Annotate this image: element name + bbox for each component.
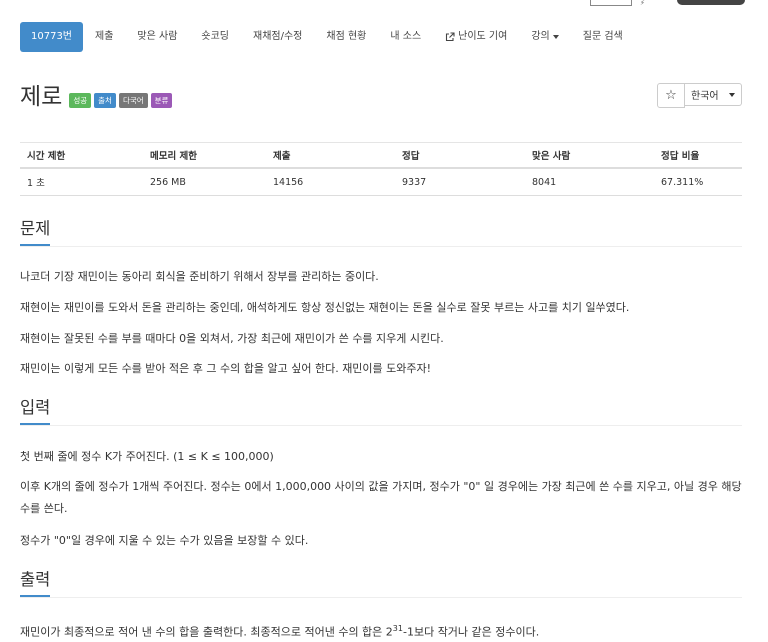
difficulty-tab[interactable]: 난이도 기여	[433, 22, 519, 52]
header-fragment	[590, 0, 632, 6]
value-submissions: 14156	[266, 168, 395, 196]
badge-category[interactable]: 분류	[150, 92, 173, 108]
language-dropdown[interactable]: 한국어	[685, 83, 742, 106]
page-title: 제로	[20, 84, 63, 110]
badge-multilang[interactable]: 다국어	[118, 92, 148, 108]
caret-down-icon	[728, 92, 735, 97]
tab-label: 맞은 사람	[137, 31, 178, 42]
section-title-input: 입력	[20, 398, 51, 425]
tab-label: 제출	[95, 31, 114, 42]
header-solvers: 맞은 사람	[525, 142, 654, 169]
caret-down-icon	[552, 35, 559, 39]
output-paragraph: 재민이가 최종적으로 적어 낸 수의 합을 출력한다. 최종적으로 적어낸 수의…	[20, 622, 539, 640]
output-text: 재민이가 최종적으로 적어 낸 수의 합을 출력한다. 최종적으로 적어낸 수의…	[20, 625, 393, 639]
problem-id-tab[interactable]: 10773번	[20, 22, 84, 52]
value-ratio: 67.311%	[654, 168, 742, 196]
tab-label: 강의	[531, 31, 550, 42]
section-title-output: 출력	[20, 570, 51, 597]
input-section-header: 입력	[20, 397, 742, 426]
output-section-header: 출력	[20, 569, 742, 598]
problem-info-table: 시간 제한 메모리 제한 제출 정답 맞은 사람 정답 비율 1 초 256 M…	[20, 142, 742, 196]
input-paragraph: 정수가 "0"일 경우에 지울 수 있는 수가 있음을 보장할 수 있다.	[20, 534, 309, 547]
badge-success[interactable]: 성공	[69, 92, 92, 108]
badge-source[interactable]: 출처	[94, 92, 116, 108]
rejudge-tab[interactable]: 재채점/수정	[241, 22, 314, 52]
judge-status-tab[interactable]: 채점 현황	[314, 22, 378, 52]
table-row: 1 초 256 MB 14156 9337 8041 67.311%	[20, 168, 742, 196]
tab-label: 10773번	[31, 31, 73, 42]
user-menu-fragment	[677, 0, 745, 5]
value-accepted: 9337	[395, 168, 525, 196]
problem-paragraph: 나코더 기장 재민이는 동아리 회식을 준비하기 위해서 장부를 관리하는 중이…	[20, 270, 379, 283]
input-paragraph: 첫 번째 줄에 정수 K가 주어진다. (1 ≤ K ≤ 100,000)	[20, 450, 274, 463]
tab-label: 재채점/수정	[253, 31, 303, 42]
problem-menu: 10773번 제출 맞은 사람 숏코딩 재채점/수정 채점 현황 내 소스 난이…	[20, 22, 742, 52]
problem-paragraph: 재민이는 이렇게 모든 수를 받아 적은 후 그 수의 합을 알고 싶어 한다.…	[20, 362, 432, 375]
tab-label: 채점 현황	[326, 31, 367, 42]
section-title-problem: 문제	[20, 219, 51, 246]
lecture-tab[interactable]: 강의	[519, 22, 570, 52]
problem-paragraph: 재현이는 재민이를 도와서 돈을 관리하는 중인데, 애석하게도 항상 정신없는…	[20, 301, 630, 314]
solvers-tab[interactable]: 맞은 사람	[125, 22, 189, 52]
problem-title-row: 제로 성공 출처 다국어 분류	[20, 82, 173, 112]
language-label: 한국어	[691, 91, 719, 102]
value-memory-limit: 256 MB	[143, 168, 266, 196]
star-icon: ☆	[665, 88, 677, 103]
top-decoration: ⚡	[590, 0, 750, 8]
external-link-icon	[445, 32, 458, 42]
my-source-tab[interactable]: 내 소스	[378, 22, 433, 52]
tab-label: 내 소스	[390, 31, 422, 42]
header-memory-limit: 메모리 제한	[143, 142, 266, 169]
pen-icon: ⚡	[640, 0, 645, 7]
submit-tab[interactable]: 제출	[83, 22, 125, 52]
value-time-limit: 1 초	[20, 168, 143, 196]
tab-label: 숏코딩	[201, 31, 230, 42]
value-solvers: 8041	[525, 168, 654, 196]
tab-label: 질문 검색	[582, 31, 623, 42]
table-header-row: 시간 제한 메모리 제한 제출 정답 맞은 사람 정답 비율	[20, 142, 742, 169]
output-exponent: 31	[392, 624, 403, 633]
problem-paragraph: 재현이는 잘못된 수를 부를 때마다 0을 외쳐서, 가장 최근에 재민이가 쓴…	[20, 332, 444, 345]
output-text-end: -1보다 작거나 같은 정수이다.	[402, 625, 540, 639]
shortcoding-tab[interactable]: 숏코딩	[189, 22, 241, 52]
qna-tab[interactable]: 질문 검색	[571, 22, 635, 52]
header-accepted: 정답	[395, 142, 525, 169]
input-paragraph: 이후 K개의 줄에 정수가 1개씩 주어진다. 정수는 0에서 1,000,00…	[20, 480, 742, 515]
favorite-star-button[interactable]: ☆	[657, 83, 685, 108]
header-time-limit: 시간 제한	[20, 142, 143, 169]
problem-section-header: 문제	[20, 218, 742, 247]
header-ratio: 정답 비율	[654, 142, 742, 169]
header-submissions: 제출	[266, 142, 395, 169]
title-actions: ☆ 한국어	[657, 83, 742, 108]
tab-label: 난이도 기여	[458, 31, 508, 42]
